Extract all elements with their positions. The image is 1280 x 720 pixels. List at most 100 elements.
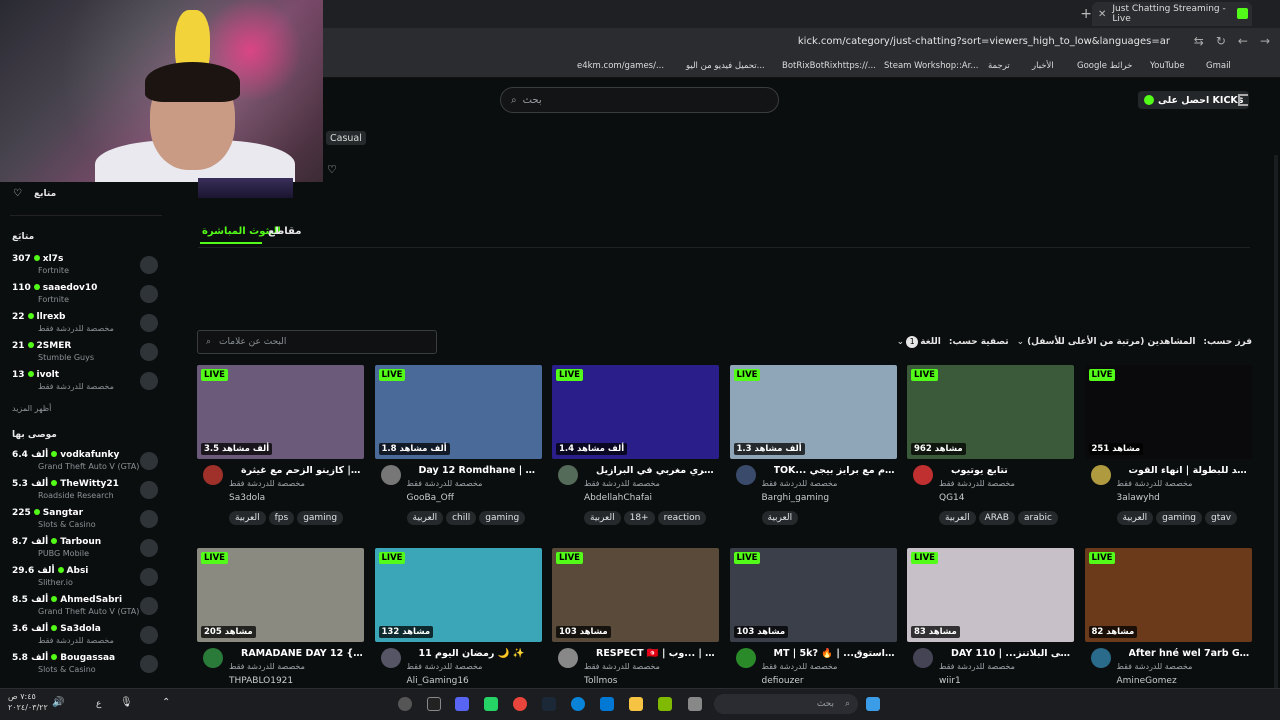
streamer-name[interactable]: AbdellahChafai <box>584 493 652 503</box>
tag-search-input[interactable]: ⌕ البحث عن علامات <box>197 330 437 354</box>
bookmark-botrix[interactable]: BotRixBotRixhttps://... <box>782 61 876 71</box>
stream-thumbnail[interactable]: LIVE 205 مشاهد <box>197 548 364 642</box>
edge-icon[interactable] <box>571 697 585 711</box>
url-field[interactable]: kick.com/category/just-chatting?sort=vie… <box>798 36 1170 47</box>
tab-clips[interactable]: مقاطع <box>268 226 301 237</box>
streamer-name[interactable]: Sa3dola <box>229 493 265 503</box>
stream-category[interactable]: مخصصة للدردشة فقط <box>1117 479 1193 488</box>
get-kicks-button[interactable]: احصل على KICKs <box>1138 91 1250 109</box>
stream-tag[interactable]: gtav <box>1205 511 1238 525</box>
avatar[interactable] <box>203 648 223 668</box>
discord-icon[interactable] <box>455 697 469 711</box>
recommended-channel[interactable]: 29.6 ألف Absi Slither.io <box>0 564 170 592</box>
stream-tag[interactable]: fps <box>268 511 295 525</box>
avatar[interactable] <box>558 465 578 485</box>
back-icon[interactable]: ← <box>1238 34 1248 48</box>
stream-thumbnail[interactable]: LIVE 1.3 ألف مشاهد <box>729 365 897 459</box>
windows-start-icon[interactable] <box>866 697 880 711</box>
stream-thumbnail[interactable]: LIVE 103 مشاهد <box>729 548 897 642</box>
stream-category[interactable]: مخصصة للدردشة فقط <box>229 479 305 488</box>
stream-category[interactable]: مخصصة للدردشة فقط <box>407 479 483 488</box>
streamer-name[interactable]: defiouzer <box>762 676 804 686</box>
stream-title[interactable]: Day 12 Romdhane | Az... <box>419 465 541 476</box>
app2-icon[interactable] <box>658 697 672 711</box>
stream-category[interactable]: مخصصة للدردشة فقط <box>584 479 660 488</box>
streamer-name[interactable]: QG14 <box>939 493 965 503</box>
app-icon[interactable] <box>427 697 441 711</box>
recommended-channel[interactable]: 5.3 ألف TheWitty21 Roadside Research <box>0 477 170 505</box>
close-tab-icon[interactable]: ✕ <box>1098 9 1106 20</box>
browser-tab[interactable]: ✕ Just Chatting Streaming - Live <box>1092 2 1252 26</box>
avatar[interactable] <box>203 465 223 485</box>
steam-icon[interactable] <box>542 697 556 711</box>
avatar[interactable] <box>913 465 933 485</box>
stream-category[interactable]: مخصصة للدردشة فقط <box>762 662 838 671</box>
bookmark-maps[interactable]: Google خرائط <box>1077 61 1132 71</box>
stream-card[interactable]: LIVE 962 مشاهد تتابع يوتيوب مخصصة للدردشة ف… <box>907 365 1074 535</box>
bookmark-video-download[interactable]: تحميل فيديو من اليو... <box>686 61 765 71</box>
stream-card[interactable]: LIVE 205 مشاهد RAMADANE DAY 12 {s... مخصصة … <box>197 548 364 690</box>
stream-card[interactable]: LIVE 103 مشاهد RESPECT 🇹🇳 | اصحكة | ...وب م… <box>552 548 719 690</box>
input-language-indicator[interactable]: ع <box>96 699 101 709</box>
stream-card[interactable]: LIVE 82 مشاهد After hné wel 7arb Gh... مخصص… <box>1084 548 1252 690</box>
whatsapp-icon[interactable] <box>484 697 498 711</box>
stream-category[interactable]: مخصصة للدردشة فقط <box>939 479 1015 488</box>
recommended-channel[interactable]: 8.7 ألف Tarboun PUBG Mobile <box>0 535 170 563</box>
stream-tag[interactable]: 18+ <box>623 511 655 525</box>
avatar[interactable] <box>380 465 401 485</box>
stream-tag[interactable]: chill <box>446 511 477 525</box>
avatar[interactable] <box>1090 648 1111 668</box>
stream-category[interactable]: مخصصة للدردشة فقط <box>407 662 483 671</box>
stream-card[interactable]: LIVE 251 مشاهد رنستعد للبطولة | انهاء القو… <box>1084 365 1252 535</box>
stream-title[interactable]: كازينو الزحم مع غيثرة | ... <box>241 465 363 476</box>
chrome-icon[interactable] <box>513 697 527 711</box>
stream-card[interactable]: LIVE 1.3 ألف مشاهد TOK... قيس كام مع برايز… <box>729 365 897 535</box>
sort-dropdown[interactable]: المشاهدين (مرتبة من الأعلى للأسفل) ⌄ <box>1017 337 1196 347</box>
sidebar-toggle-icon[interactable] <box>1238 94 1248 106</box>
stream-tag[interactable]: reaction <box>657 511 707 525</box>
recommended-channel[interactable]: 8.5 ألف AhmedSabri Grand Theft Auto V (GTA… <box>0 593 170 621</box>
stream-thumbnail[interactable]: LIVE 132 مشاهد <box>374 548 542 642</box>
store-icon[interactable] <box>600 697 614 711</box>
stream-card[interactable]: LIVE 3.5 ألف مشاهد كازينو الزحم مع غيثرة |… <box>197 365 364 535</box>
stream-card[interactable]: LIVE 83 مشاهد DAY 110 | ...ق الى البلاتنز م… <box>907 548 1074 690</box>
avatar[interactable] <box>558 648 578 668</box>
stream-thumbnail[interactable]: LIVE 251 مشاهد <box>1084 365 1252 459</box>
avatar[interactable] <box>913 648 933 668</box>
stream-title[interactable]: DAY 110 | ...ق الى البلاتنز <box>951 648 1073 659</box>
language-dropdown[interactable]: اللغة1⌄ <box>897 336 941 348</box>
stream-card[interactable]: LIVE 103 مشاهد MT | 5k? 🔥 | ...ك واستوق مخص… <box>729 548 897 690</box>
streamer-name[interactable]: Ali_Gaming16 <box>407 676 469 686</box>
stream-title[interactable]: رمضان اليوم 11 🌙 ✨ <box>419 648 541 659</box>
stream-thumbnail[interactable]: LIVE 1.4 ألف مشاهد <box>552 365 719 459</box>
stream-thumbnail[interactable]: LIVE 103 مشاهد <box>552 548 719 642</box>
show-more-link[interactable]: أظهر المزيد <box>12 404 51 413</box>
reader-icon[interactable]: ⇆ <box>1194 34 1204 48</box>
app3-icon[interactable] <box>688 697 702 711</box>
stream-tag[interactable]: arabic <box>1018 511 1058 525</box>
recommended-channel[interactable]: 5.8 ألف Bougassaa Slots & Casino <box>0 651 170 679</box>
stream-title[interactable]: تتابع يوتيوب <box>951 465 1073 476</box>
stream-title[interactable]: RESPECT 🇹🇳 | اصحكة | ...وب <box>596 648 718 659</box>
forward-icon[interactable]: → <box>1260 34 1270 48</box>
avatar[interactable] <box>1090 465 1111 485</box>
streamer-name[interactable]: THPABLO1921 <box>229 676 293 686</box>
avatar[interactable] <box>380 648 401 668</box>
avatar[interactable] <box>735 648 756 668</box>
recommended-channel[interactable]: 225 Sangtar Slots & Casino <box>0 506 170 534</box>
streamer-name[interactable]: GooBa_Off <box>407 493 454 503</box>
bookmark-youtube[interactable]: YouTube <box>1150 61 1185 71</box>
stream-title[interactable]: TOK... قيس كام مع برايز بيجي <box>774 465 896 476</box>
stream-tag[interactable]: العربية <box>229 511 266 525</box>
bookmark-translate[interactable]: ترجمة <box>988 61 1010 71</box>
stream-category[interactable]: مخصصة للدردشة فقط <box>229 662 305 671</box>
stream-tag[interactable]: العربية <box>584 511 621 525</box>
stream-thumbnail[interactable]: LIVE 962 مشاهد <box>907 365 1074 459</box>
stream-tag[interactable]: gaming <box>297 511 344 525</box>
bookmark-news[interactable]: الأخبار <box>1032 61 1054 71</box>
heart-icon[interactable]: ♡ <box>13 188 22 199</box>
sidebar-following-header[interactable]: متابع <box>34 189 56 199</box>
stream-title[interactable]: After hné wel 7arb Gh... <box>1129 648 1251 659</box>
taskbar-search[interactable]: بحث ⌕ <box>714 694 858 714</box>
stream-card[interactable]: LIVE 1.4 ألف مشاهد عسكري مغربي في البرازيل… <box>552 365 719 535</box>
